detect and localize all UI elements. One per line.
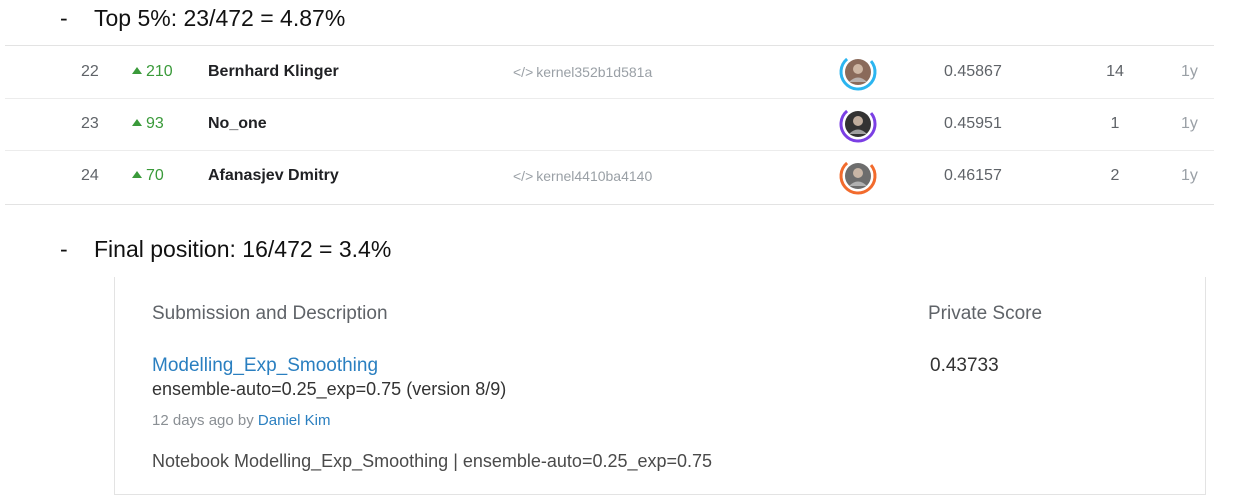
leaderboard-row[interactable]: 24 70 Afanasjev Dmitry </> kernel4410ba4140 0… [5, 150, 1214, 202]
person-icon [853, 116, 863, 126]
last-submission-cell: 1y [1181, 63, 1198, 80]
kernel-name: kernel4410ba4140 [536, 168, 653, 184]
submission-time: 12 days ago by [152, 412, 258, 429]
submission-panel: Submission and Description Private Score… [114, 277, 1206, 495]
author-link[interactable]: Daniel Kim [258, 412, 331, 429]
score-cell: 0.45951 [944, 115, 1002, 132]
leaderboard-table: 22 210 Bernhard Klinger </> kernel352b1d581a… [5, 45, 1214, 205]
leaderboard-row[interactable]: 23 93 No_one 0.45951 1 1y [5, 98, 1214, 151]
code-icon: </> [513, 64, 534, 80]
score-cell: 0.45867 [944, 63, 1002, 80]
entries-cell: 1 [1110, 115, 1120, 132]
rank-change-cell: 70 [132, 150, 164, 202]
team-avatar[interactable] [838, 156, 878, 196]
kernel-name: kernel352b1d581a [536, 64, 653, 80]
rank-change-cell: 210 [132, 46, 173, 98]
submission-description: ensemble-auto=0.25_exp=0.75 (version 8/9… [152, 379, 507, 399]
submission-note: Notebook Modelling_Exp_Smoothing | ensem… [152, 451, 713, 471]
score-cell: 0.46157 [944, 167, 1002, 184]
team-avatar[interactable] [838, 104, 878, 144]
team-name-link[interactable]: No_one [208, 98, 267, 150]
private-score-value: 0.43733 [930, 355, 999, 376]
last-submission-cell: 1y [1181, 115, 1198, 132]
bullet-dash: - [60, 5, 68, 31]
code-icon: </> [513, 168, 534, 184]
kernel-link[interactable]: </> kernel352b1d581a [513, 46, 652, 98]
last-submission-cell: 1y [1181, 167, 1198, 184]
top5-text: Top 5%: 23/472 = 4.87% [94, 5, 346, 31]
arrow-up-icon [132, 119, 142, 126]
team-avatar[interactable] [838, 52, 878, 92]
team-name-link[interactable]: Afanasjev Dmitry [208, 150, 339, 202]
submission-meta: 12 days ago by Daniel Kim [152, 412, 330, 429]
person-icon [853, 64, 863, 74]
bullet-final-position: - Final position: 16/472 = 3.4% [60, 234, 391, 264]
rank-cell: 23 [81, 115, 99, 132]
arrow-up-icon [132, 171, 142, 178]
bullet-dash: - [60, 236, 68, 262]
rank-cell: 24 [81, 167, 99, 184]
rank-change-value: 70 [146, 167, 164, 184]
bullet-top5: - Top 5%: 23/472 = 4.87% [60, 3, 345, 33]
rank-change-value: 210 [146, 63, 173, 80]
person-icon [853, 168, 863, 178]
rank-cell: 22 [81, 63, 99, 80]
submission-bottom-border [114, 494, 1206, 495]
final-position-text: Final position: 16/472 = 3.4% [94, 236, 392, 262]
leaderboard-row[interactable]: 22 210 Bernhard Klinger </> kernel352b1d581a… [5, 46, 1214, 99]
arrow-up-icon [132, 67, 142, 74]
entries-cell: 2 [1110, 167, 1120, 184]
submission-header-description: Submission and Description [152, 303, 388, 324]
submission-title-link[interactable]: Modelling_Exp_Smoothing [152, 355, 378, 377]
kernel-link[interactable]: </> kernel4410ba4140 [513, 150, 652, 202]
submission-header-private-score[interactable]: Private Score [928, 303, 1042, 325]
entries-cell: 14 [1106, 63, 1124, 80]
team-name-link[interactable]: Bernhard Klinger [208, 46, 339, 98]
rank-change-cell: 93 [132, 98, 164, 150]
rank-change-value: 93 [146, 115, 164, 132]
